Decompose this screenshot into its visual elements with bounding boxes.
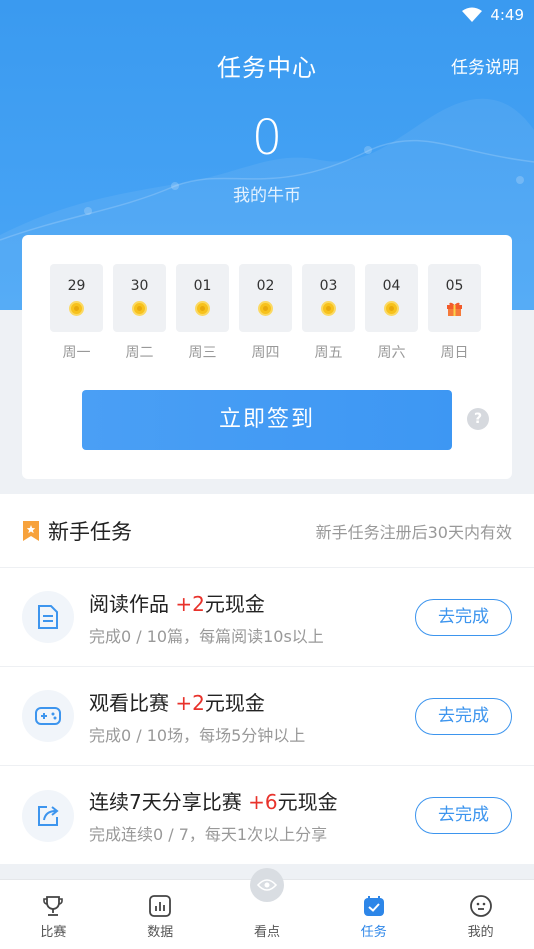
checkin-days: 29 周一 30 周二 01 周三 02 周四 03 周五 04 周六 05 周… [50,264,481,362]
tab-match[interactable]: 比赛 [0,880,107,949]
tab-profile[interactable]: 我的 [427,880,534,949]
tab-label: 任务 [360,925,387,940]
go-complete-button[interactable]: 去完成 [415,598,512,636]
tab-highlights[interactable]: 看点 [214,868,321,949]
task-description-link[interactable]: 任务说明 [451,53,519,78]
checkin-day-box: 01 [176,264,229,332]
checkin-weekday: 周六 [377,345,406,361]
tab-label: 数据 [147,925,174,940]
task-icon [363,896,384,916]
coin-icon [258,301,273,316]
eye-icon [249,868,284,902]
task-progress: 完成连续0 / 7，每天1次以上分享 [89,825,328,844]
checkin-day: 01 周三 [176,264,229,362]
checkin-weekday: 周三 [188,345,217,361]
task-name-prefix: 连续7天分享比赛 [89,790,249,814]
checkin-day-number: 03 [319,278,338,294]
task-reward-amount: +6 [248,790,278,814]
task-name-suffix: 元现金 [277,790,338,814]
chart-icon [149,895,172,917]
task-text: 观看比赛 +2元现金 完成0 / 10场，每场5分钟以上 [89,687,415,746]
bottom-tab-bar: 比赛 数据 看点 任务 我的 [0,868,534,949]
task-reward-amount: +2 [175,690,205,715]
coin-icon [321,301,336,316]
task-name: 阅读作品 +2元现金 [89,588,415,617]
task-progress: 完成0 / 10场，每场5分钟以上 [89,725,306,745]
tasks-validity-note: 新手任务注册后30天内有效 [315,522,512,542]
tasks-title: 新手任务 [48,519,132,544]
tab-tasks[interactable]: 任务 [320,880,427,949]
gamepad-icon [22,690,74,742]
checkin-day-number: 02 [256,278,275,294]
task-text: 阅读作品 +2元现金 完成0 / 10篇，每篇阅读10s以上 [89,588,415,647]
task-name-prefix: 阅读作品 [89,591,176,616]
tab-label: 看点 [253,925,280,940]
checkin-day-number: 01 [193,278,212,294]
coin-icon [132,301,147,316]
newbie-tasks-section: 新手任务 新手任务注册后30天内有效 阅读作品 +2元现金 完成0 / 10篇，… [0,494,534,864]
checkin-day-box: 05 [428,264,481,332]
checkin-card: 29 周一 30 周二 01 周三 02 周四 03 周五 04 周六 05 周… [22,235,512,479]
checkin-day-box: 30 [113,264,166,332]
share-icon [22,789,74,842]
checkin-day: 04 周六 [365,264,418,362]
checkin-weekday: 周一 [62,345,91,361]
profile-icon [469,895,492,917]
task-name: 连续7天分享比赛 +6元现金 [89,786,415,815]
task-name-suffix: 元现金 [204,690,265,715]
tab-data[interactable]: 数据 [107,880,214,949]
checkin-day-number: 05 [445,278,464,294]
help-icon[interactable]: ? [467,408,489,430]
task-progress: 完成0 / 10篇，每篇阅读10s以上 [89,626,324,646]
checkin-day-number: 29 [67,278,86,294]
wifi-icon [462,7,483,22]
checkin-day-box: 04 [365,264,418,332]
trophy-icon [43,896,64,916]
checkin-day-box: 03 [302,264,355,332]
checkin-day: 03 周五 [302,264,355,362]
task-row: 阅读作品 +2元现金 完成0 / 10篇，每篇阅读10s以上 去完成 [0,568,534,667]
tasks-header: 新手任务 新手任务注册后30天内有效 [0,494,534,568]
bookmark-flag-icon [23,520,39,541]
gift-icon [447,302,462,316]
task-row: 观看比赛 +2元现金 完成0 / 10场，每场5分钟以上 去完成 [0,667,534,766]
go-complete-button[interactable]: 去完成 [415,697,512,735]
task-row: 连续7天分享比赛 +6元现金 完成连续0 / 7，每天1次以上分享 去完成 [0,766,534,865]
checkin-day-box: 02 [239,264,292,332]
go-complete-button[interactable]: 去完成 [415,797,512,834]
checkin-weekday: 周二 [125,345,154,361]
checkin-weekday: 周五 [314,345,343,361]
checkin-day: 29 周一 [50,264,103,362]
checkin-day: 02 周四 [239,264,292,362]
tab-label: 比赛 [40,925,67,940]
tab-label: 我的 [467,925,494,940]
checkin-day-number: 30 [130,278,149,294]
document-icon [22,591,74,643]
coin-icon [384,301,399,316]
status-bar: 4:49 [0,0,534,30]
coin-icon [69,301,84,316]
checkin-weekday: 周日 [440,345,469,361]
task-text: 连续7天分享比赛 +6元现金 完成连续0 / 7，每天1次以上分享 [89,786,415,845]
task-reward-amount: +2 [175,591,205,616]
checkin-day: 30 周二 [113,264,166,362]
status-time: 4:49 [490,6,524,24]
task-name-prefix: 观看比赛 [89,690,176,715]
coin-balance: 0 [251,110,283,166]
task-name: 观看比赛 +2元现金 [89,687,415,716]
checkin-day-number: 04 [382,278,401,294]
checkin-weekday: 周四 [251,345,280,361]
task-name-suffix: 元现金 [204,591,265,616]
coin-balance-label: 我的牛币 [233,186,301,206]
checkin-day: 05 周日 [428,264,481,362]
checkin-day-box: 29 [50,264,103,332]
sign-in-button[interactable]: 立即签到 [82,390,452,450]
coin-icon [195,301,210,316]
